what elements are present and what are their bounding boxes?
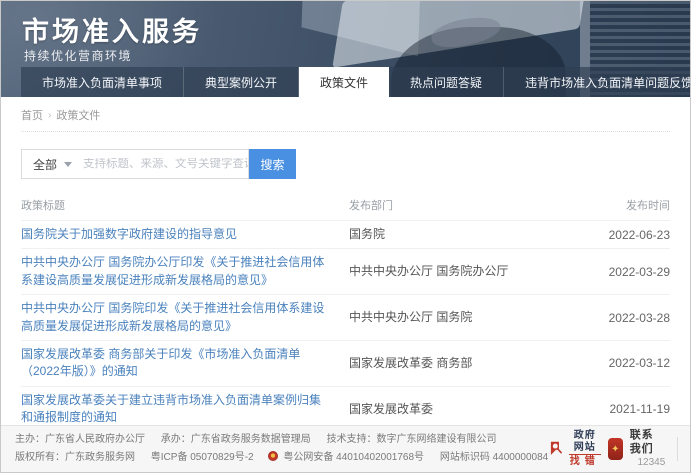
page-title: 市场准入服务 (22, 10, 202, 49)
policy-title-link[interactable]: 中共中央办公厅 国务院办公厅印发《关于推进社会信用体系建设高质量发展促进形成新发… (21, 254, 349, 289)
breadcrumb-current: 政策文件 (56, 107, 100, 123)
breadcrumb-divider (21, 131, 670, 132)
policy-date: 2022-03-12 (590, 356, 670, 370)
error-report-text: 政府网站 找错 (569, 430, 601, 468)
policy-title-link[interactable]: 国家发展改革委 商务部关于印发《市场准入负面清单（2022年版）》的通知 (21, 346, 349, 381)
table-row: 中共中央办公厅 国务院办公厅印发《关于推进社会信用体系建设高质量发展促进形成新发… (21, 248, 670, 294)
policy-dept: 中共中央办公厅 国务院 (349, 309, 590, 326)
search-button[interactable]: 搜索 (249, 149, 296, 179)
page: 市场准入服务 持续优化营商环境 市场准入负面清单事项 典型案例公开 政策文件 热… (0, 0, 691, 473)
search-filter-dropdown[interactable]: 全部 (22, 156, 83, 173)
footer-icp: 粤ICP备 05070829号-2 (151, 452, 254, 463)
footer-copyright: 版权所有：广东政务服务网 (15, 452, 135, 463)
contact-phone-number: 12345 (630, 457, 666, 470)
policy-title-link[interactable]: 中共中央办公厅 国务院印发《关于推进社会信用体系建设高质量发展促进形成新发展格局… (21, 300, 349, 335)
banner-photo-decoration (302, 1, 421, 56)
main-content: 首页 › 政策文件 全部 搜索 政策标题 发布部门 发布时间 国务院关于加强数字… (1, 97, 690, 473)
footer-logos: 政府网站 找错 ✦ 联系我们 12345 (548, 429, 678, 469)
breadcrumb-separator-icon: › (48, 110, 51, 121)
column-header-dept: 发布部门 (349, 197, 590, 213)
banner: 市场准入服务 持续优化营商环境 市场准入负面清单事项 典型案例公开 政策文件 热… (1, 1, 690, 97)
tab-typical-cases[interactable]: 典型案例公开 (184, 67, 299, 97)
table-row: 国务院关于加强数字政府建设的指导意见国务院2022-06-23 (21, 220, 670, 248)
chevron-down-icon (64, 162, 72, 167)
footer-tech-support: 技术支持：数字广东网络建设有限公司 (327, 434, 497, 445)
tab-policy-documents[interactable]: 政策文件 (299, 67, 389, 97)
footer-info: 主办：广东省人民政府办公厅 承办：广东省政务服务数据管理局 技术支持：数字广东网… (15, 431, 548, 467)
hotline-badge-icon[interactable]: ✦ (608, 438, 623, 460)
policy-dept: 中共中央办公厅 国务院办公厅 (349, 263, 590, 280)
public-security-badge-icon (268, 451, 278, 461)
policy-date: 2022-06-23 (590, 228, 670, 242)
tab-hot-questions[interactable]: 热点问题答疑 (389, 67, 504, 97)
tab-violation-feedback[interactable]: 违背市场准入负面清单问题反馈 (504, 67, 690, 97)
tab-bar: 市场准入负面清单事项 典型案例公开 政策文件 热点问题答疑 违背市场准入负面清单… (21, 67, 690, 97)
policy-title-link[interactable]: 国务院关于加强数字政府建设的指导意见 (21, 226, 349, 243)
tab-negative-list-items[interactable]: 市场准入负面清单事项 (21, 67, 184, 97)
page-subtitle: 持续优化营商环境 (24, 47, 132, 64)
policy-date: 2022-03-29 (590, 265, 670, 279)
error-report-line1: 政府网站 (569, 430, 601, 455)
footer-psb-number: 粤公网安备 44010402001768号 (283, 452, 424, 463)
search-box: 全部 (21, 149, 249, 179)
website-error-report-logo[interactable]: 政府网站 找错 (548, 430, 601, 468)
footer-undertake: 承办：广东省政务服务数据管理局 (161, 434, 311, 445)
table-header-row: 政策标题 发布部门 发布时间 (21, 191, 670, 220)
breadcrumb: 首页 › 政策文件 (21, 97, 670, 131)
contact-us-label: 联系我们 (630, 429, 666, 457)
magnifier-icon (548, 437, 566, 461)
search-input[interactable] (83, 158, 248, 170)
banner-photo-decoration (429, 12, 503, 52)
footer-line-1: 主办：广东省人民政府办公厅 承办：广东省政务服务数据管理局 技术支持：数字广东网… (15, 431, 548, 449)
search-filter-label: 全部 (33, 156, 57, 173)
footer-line-2: 版权所有：广东政务服务网 粤ICP备 05070829号-2 粤公网安备 440… (15, 449, 548, 467)
error-report-line2: 找错 (569, 456, 601, 468)
footer-site-id: 网站标识码 4400000084 (440, 452, 548, 463)
policy-dept: 国务院 (349, 226, 590, 243)
policy-date: 2022-03-28 (590, 311, 670, 325)
table-row: 国家发展改革委 商务部关于印发《市场准入负面清单（2022年版）》的通知国家发展… (21, 340, 670, 386)
footer-divider (677, 437, 678, 461)
footer: 主办：广东省人民政府办公厅 承办：广东省政务服务数据管理局 技术支持：数字广东网… (1, 425, 690, 472)
policy-dept: 国家发展改革委 商务部 (349, 355, 590, 372)
column-header-title: 政策标题 (21, 197, 349, 213)
banner-photo-decoration (332, 1, 589, 68)
column-header-date: 发布时间 (590, 197, 670, 213)
search-bar: 全部 搜索 (21, 149, 670, 179)
policy-title-link[interactable]: 国家发展改革委关于建立违背市场准入负面清单案例归集和通报制度的通知 (21, 392, 349, 427)
contact-us[interactable]: 联系我们 12345 (630, 429, 666, 469)
policy-dept: 国家发展改革委 (349, 401, 590, 418)
footer-host: 主办：广东省人民政府办公厅 (15, 434, 145, 445)
policy-date: 2021-11-19 (590, 402, 670, 416)
breadcrumb-home-link[interactable]: 首页 (21, 107, 43, 123)
table-row: 中共中央办公厅 国务院印发《关于推进社会信用体系建设高质量发展促进形成新发展格局… (21, 294, 670, 340)
